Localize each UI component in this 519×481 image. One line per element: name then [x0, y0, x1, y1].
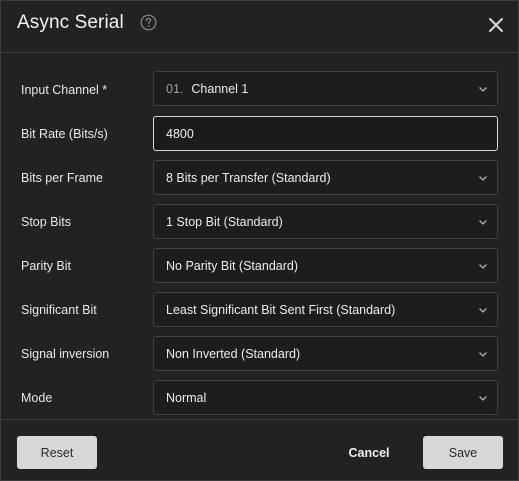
chevron-down-icon [479, 220, 487, 225]
bit-rate-label: Bit Rate (Bits/s) [21, 127, 108, 141]
significant-bit-value: Least Significant Bit Sent First (Standa… [166, 302, 396, 317]
input-channel-label: Input Channel * [21, 83, 108, 97]
parity-bit-select[interactable]: No Parity Bit (Standard) [153, 248, 498, 283]
bits-per-frame-value: 8 Bits per Transfer (Standard) [166, 170, 331, 185]
mode-label: Mode [21, 391, 53, 405]
async-serial-dialog: Async Serial Input Channel * 01. Channel… [0, 0, 519, 481]
bit-rate-input[interactable] [153, 116, 498, 151]
stop-bits-select[interactable]: 1 Stop Bit (Standard) [153, 204, 498, 239]
mode-select[interactable]: Normal [153, 380, 498, 415]
dialog-title: Async Serial [17, 12, 124, 33]
close-icon[interactable] [487, 16, 505, 34]
stop-bits-value: 1 Stop Bit (Standard) [166, 214, 283, 229]
form-body: Input Channel * 01. Channel 1 Bit Rate (… [1, 54, 518, 418]
chevron-down-icon [479, 176, 487, 181]
significant-bit-label: Significant Bit [21, 303, 97, 317]
dialog-header: Async Serial [1, 1, 518, 53]
stop-bits-label: Stop Bits [21, 215, 72, 229]
dialog-footer: Reset Cancel Save [1, 419, 518, 481]
cancel-button[interactable]: Cancel [331, 436, 407, 469]
help-circle-icon[interactable] [140, 14, 157, 31]
mode-value: Normal [166, 390, 207, 405]
parity-bit-label: Parity Bit [21, 259, 72, 273]
bits-per-frame-label: Bits per Frame [21, 171, 103, 185]
channel-number: 01. [166, 81, 184, 96]
reset-button[interactable]: Reset [17, 436, 97, 469]
input-channel-select[interactable]: 01. Channel 1 [153, 71, 498, 106]
parity-bit-value: No Parity Bit (Standard) [166, 258, 298, 273]
signal-inversion-select[interactable]: Non Inverted (Standard) [153, 336, 498, 371]
save-button[interactable]: Save [423, 436, 503, 469]
chevron-down-icon [479, 396, 487, 401]
bits-per-frame-select[interactable]: 8 Bits per Transfer (Standard) [153, 160, 498, 195]
chevron-down-icon [479, 264, 487, 269]
signal-inversion-label: Signal inversion [21, 347, 110, 361]
signal-inversion-value: Non Inverted (Standard) [166, 346, 301, 361]
chevron-down-icon [479, 352, 487, 357]
significant-bit-select[interactable]: Least Significant Bit Sent First (Standa… [153, 292, 498, 327]
chevron-down-icon [479, 87, 487, 92]
input-channel-value: Channel 1 [191, 81, 249, 96]
chevron-down-icon [479, 308, 487, 313]
